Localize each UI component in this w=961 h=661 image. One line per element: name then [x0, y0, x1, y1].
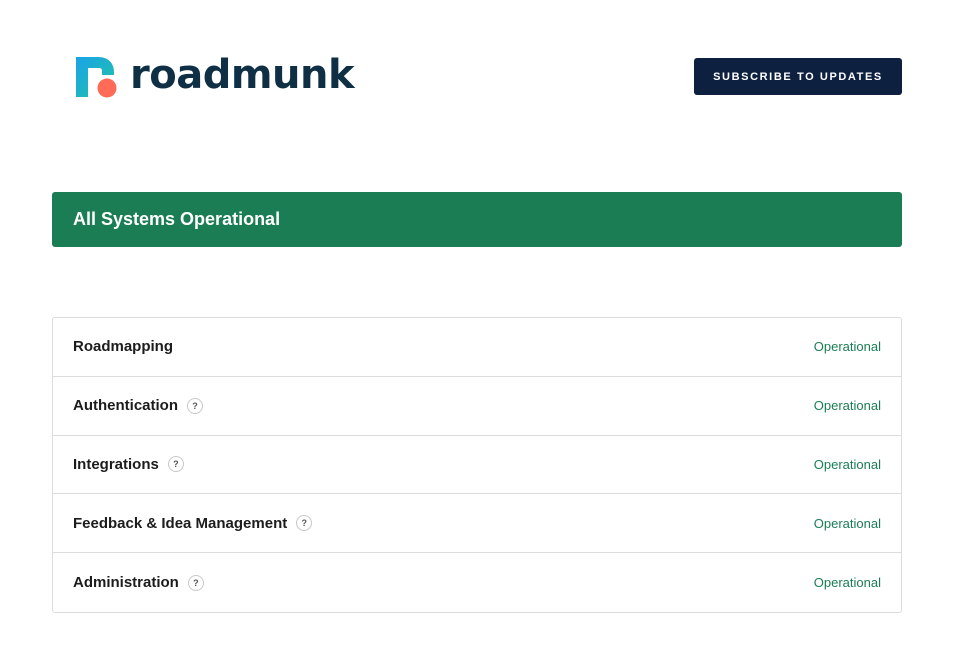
roadmunk-logo[interactable]: roadmunk [76, 52, 355, 100]
status-banner-title: All Systems Operational [73, 209, 281, 229]
component-name: Feedback & Idea Management [73, 514, 288, 532]
status-banner: All Systems Operational [52, 192, 902, 247]
help-icon[interactable]: ? [187, 574, 204, 591]
help-icon[interactable]: ? [296, 515, 313, 532]
component-status: Operational [813, 515, 881, 531]
component-name: Authentication [73, 397, 178, 415]
help-icon[interactable]: ? [187, 397, 203, 414]
help-icon[interactable]: ? [167, 456, 184, 473]
component-name: Administration [73, 574, 179, 592]
component-row-administration: Administration ? Operational [53, 553, 901, 612]
status-page: roadmunk SUBSCRIBE TO UPDATES All System… [0, 0, 961, 661]
component-status: Operational [813, 398, 881, 414]
component-status: Operational [813, 339, 881, 355]
logo-wordmark: roadmunk [130, 52, 355, 98]
subscribe-button[interactable]: SUBSCRIBE TO UPDATES [694, 58, 902, 95]
component-status: Operational [813, 575, 881, 591]
component-row-integrations: Integrations ? Operational [53, 436, 901, 495]
component-row-feedback-idea-management: Feedback & Idea Management ? Operational [53, 494, 901, 554]
component-status: Operational [813, 456, 881, 472]
component-row-authentication: Authentication ? Operational [53, 377, 901, 436]
component-name: Integrations [73, 455, 159, 473]
roadmunk-logo-mark-icon [76, 55, 120, 99]
component-name: Roadmapping [73, 338, 173, 356]
component-row-roadmapping: Roadmapping Operational [53, 318, 901, 377]
components-list: Roadmapping Operational Authentication ?… [52, 317, 902, 613]
